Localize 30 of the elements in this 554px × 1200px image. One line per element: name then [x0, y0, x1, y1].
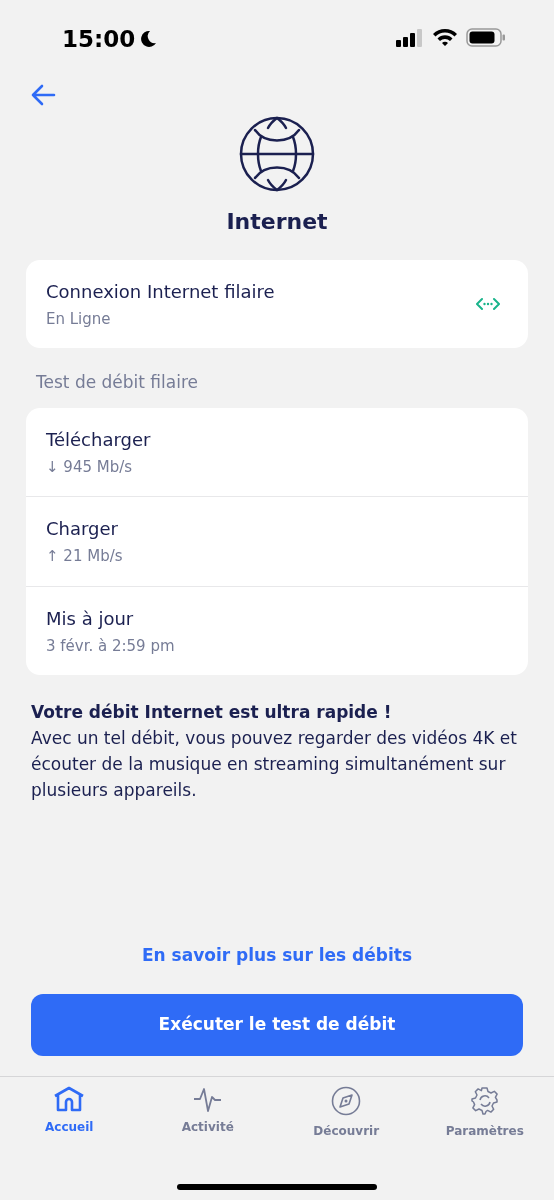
page-title: Internet: [226, 208, 328, 234]
result-label: Télécharger: [46, 428, 151, 450]
tab-bar-item[interactable]: Accueil: [0, 1085, 139, 1184]
connection-status: En Ligne: [46, 309, 111, 328]
compass-icon: [331, 1086, 362, 1116]
tab-bar-item[interactable]: Activité: [138, 1085, 277, 1184]
globe-icon: [238, 114, 316, 193]
message-headline: Votre débit Internet est ultra rapide !: [31, 702, 392, 722]
learn-more-link[interactable]: En savoir plus sur les débits: [141, 944, 413, 965]
result-value: ↑ 21 Mb/s: [46, 547, 123, 565]
signal-icon: [396, 28, 424, 47]
wifi-icon: [432, 28, 458, 47]
connection-name: Connexion Internet filaire: [46, 280, 275, 302]
result-label: Mis à jour: [46, 607, 134, 629]
settings-icon: [469, 1086, 500, 1116]
result-value: 3 févr. à 2:59 pm: [46, 636, 175, 655]
clock-time: 15:00: [62, 25, 136, 54]
battery-icon: [466, 28, 506, 47]
pulse-icon: [192, 1086, 223, 1112]
home-icon: [53, 1086, 86, 1112]
run-test-button[interactable]: Exécuter le test de débit: [31, 994, 523, 1056]
moon-icon: [139, 30, 158, 49]
result-label: Charger: [46, 518, 118, 539]
message-body: Avec un tel débit, vous pouvez regarder des vidéos 4K et écouter de la musique en streaming simultanément sur plusieurs appareils.: [31, 727, 518, 802]
back-arrow-icon[interactable]: [30, 82, 56, 107]
tab-bar-item[interactable]: Découvrir: [277, 1085, 416, 1184]
ethernet-icon: [476, 296, 500, 311]
section-header: Test de débit filaire: [36, 372, 198, 392]
tab-bar-item[interactable]: Paramètres: [415, 1085, 554, 1184]
result-value: ↓ 945 Mb/s: [46, 457, 133, 476]
